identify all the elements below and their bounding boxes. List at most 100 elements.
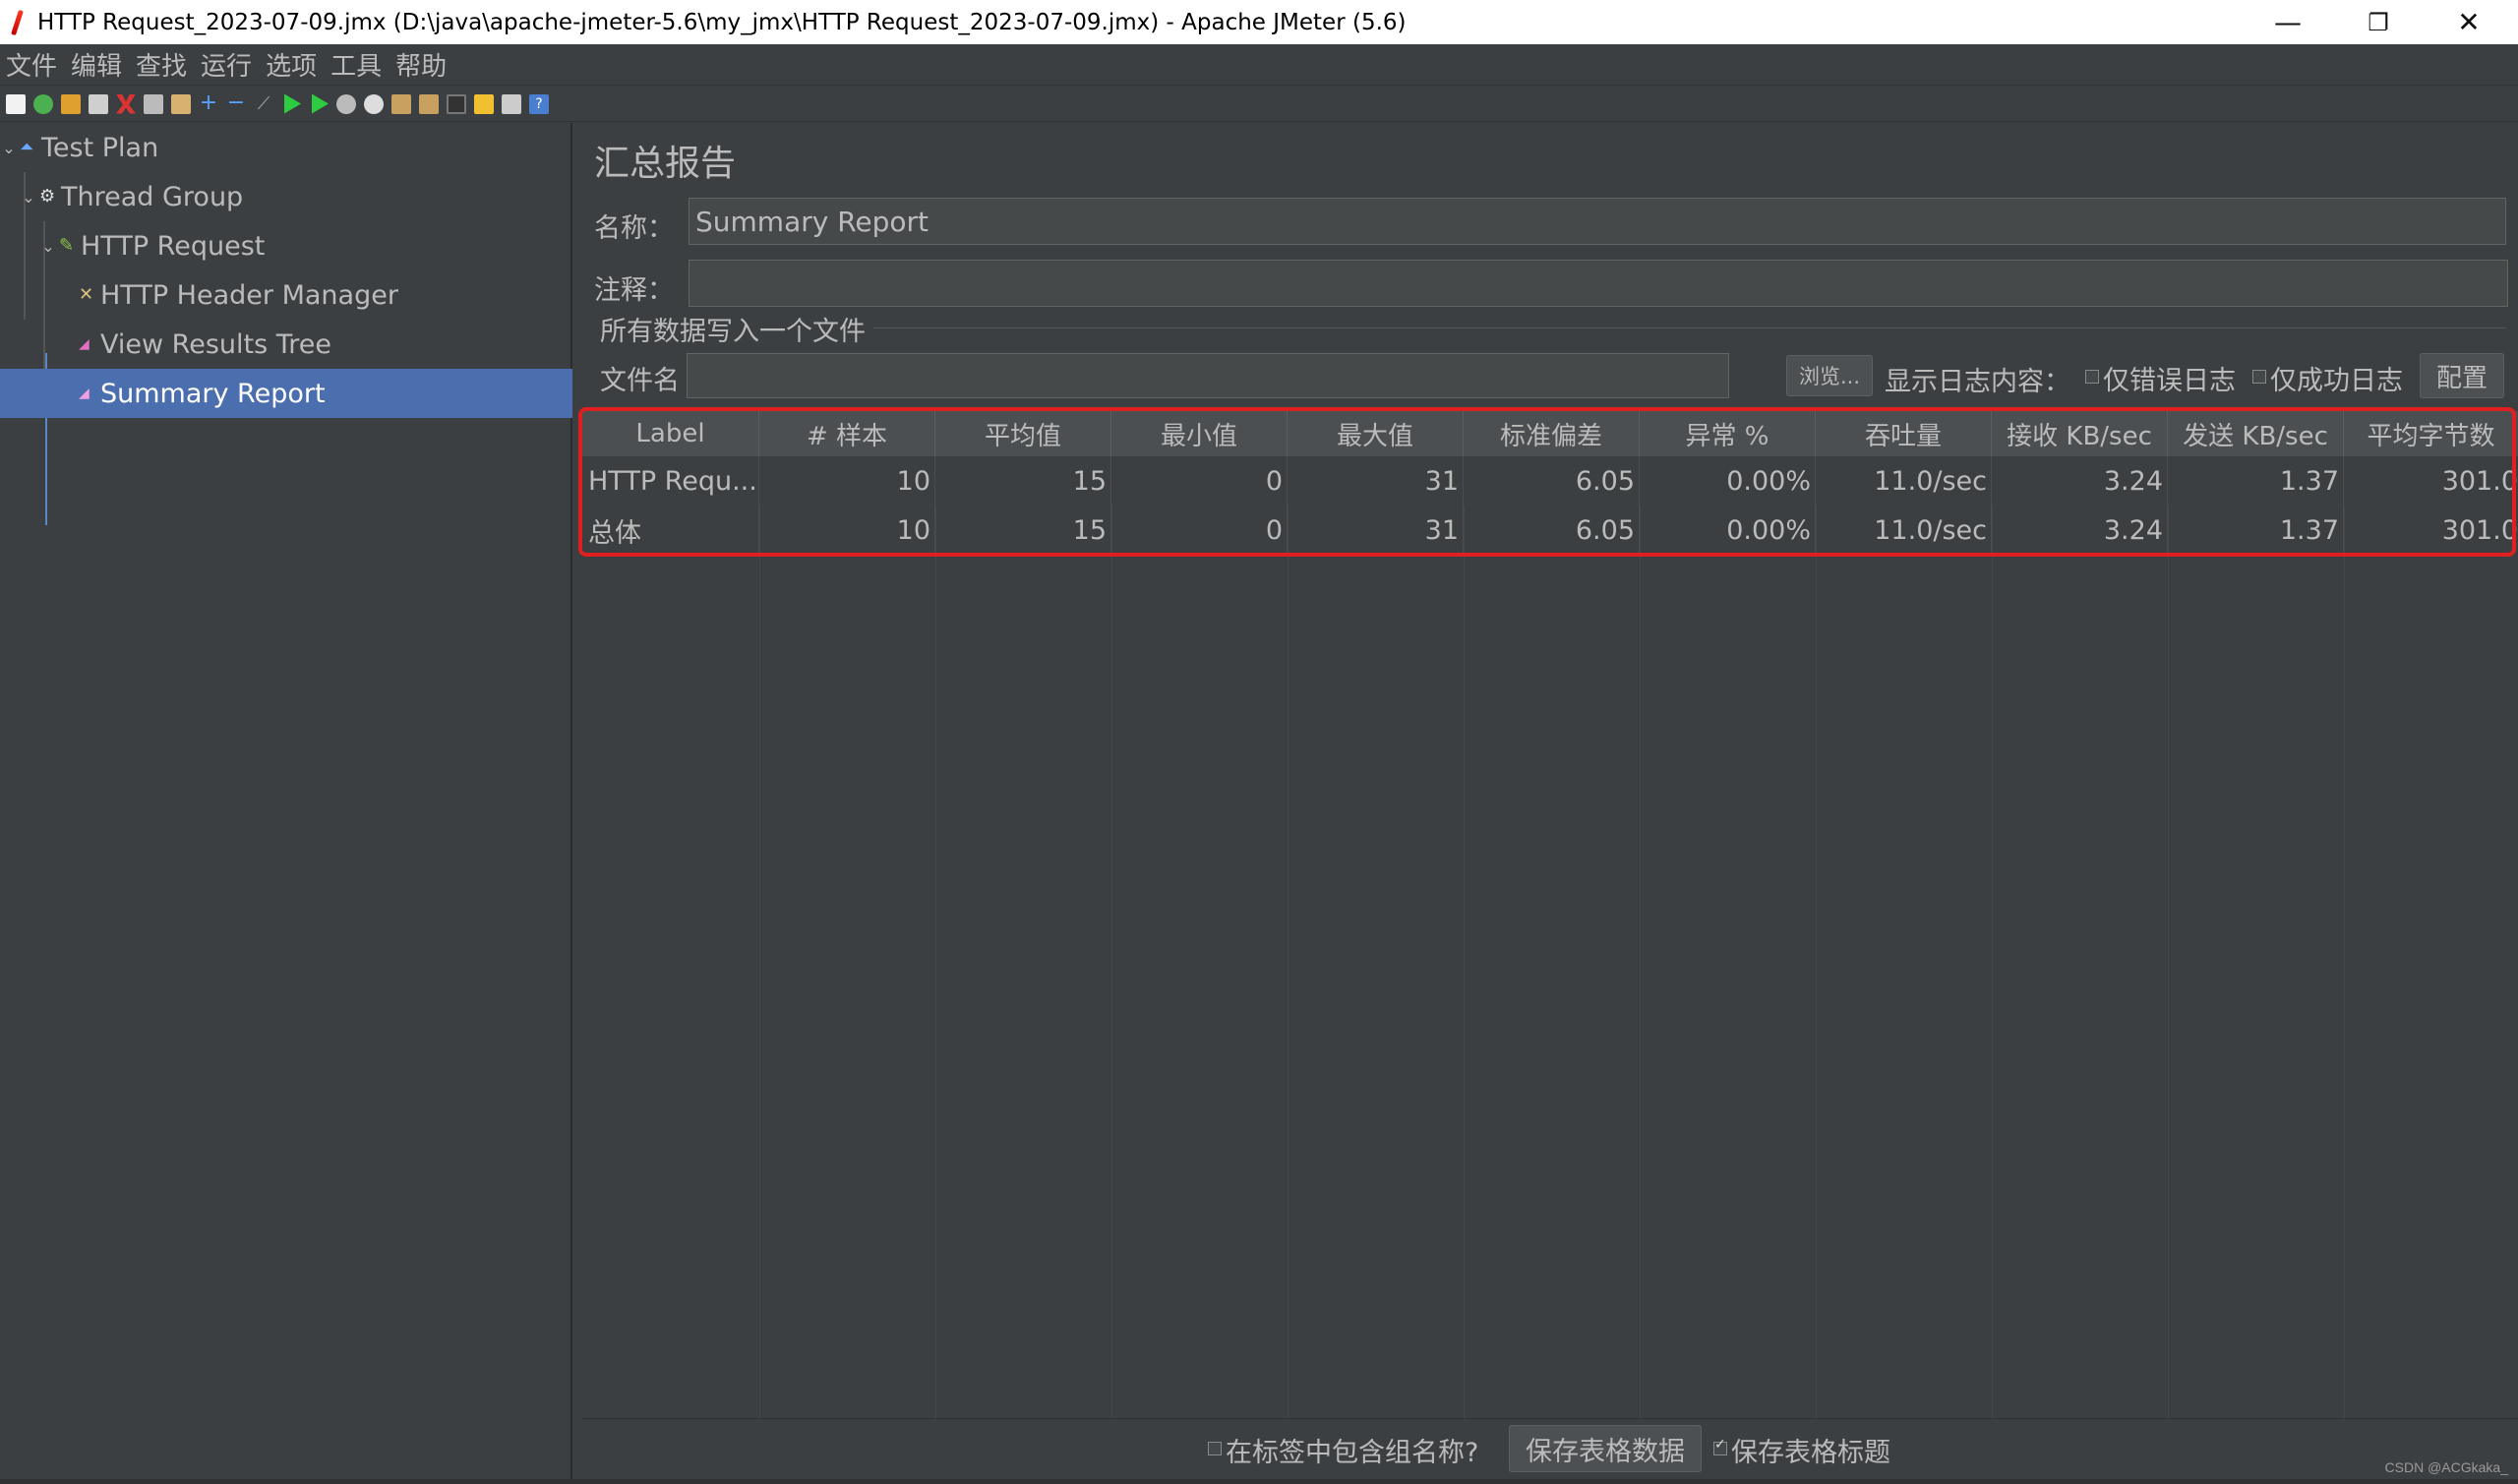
name-field[interactable]: Summary Report — [689, 198, 2506, 245]
tree-item-label: Test Plan — [41, 132, 159, 163]
wrench-icon: ✕ — [79, 284, 94, 305]
stop-icon[interactable] — [336, 93, 356, 114]
success-only-option[interactable]: 仅成功日志 — [2252, 359, 2403, 397]
configure-button[interactable]: 配置 — [2420, 353, 2504, 398]
menu-tools[interactable]: 工具 — [325, 46, 388, 83]
watermark: CSDN @ACGkaka_ — [2384, 1459, 2508, 1475]
paste-icon[interactable] — [171, 93, 191, 114]
window-titlebar: HTTP Request_2023-07-09.jmx (D:\java\apa… — [0, 0, 2518, 44]
column-divider — [2168, 505, 2169, 1420]
restore-button[interactable]: ❐ — [2333, 0, 2424, 44]
menu-run[interactable]: 运行 — [195, 46, 258, 83]
file-group-title: 所有数据写入一个文件 — [600, 317, 866, 347]
save-table-header-option[interactable]: 保存表格标题 — [1713, 1431, 1890, 1469]
include-group-name-label: 在标签中包含组名称? — [1226, 1438, 1479, 1468]
column-header-samples[interactable]: # 样本 — [759, 411, 935, 456]
chevron-down-icon[interactable]: ⌄ — [2, 139, 16, 157]
clear-all-icon[interactable] — [419, 93, 439, 114]
include-group-name-checkbox[interactable] — [1208, 1441, 1222, 1455]
save-icon[interactable] — [89, 93, 108, 114]
column-header-error-percent[interactable]: 异常 % — [1640, 411, 1816, 456]
include-group-name-option[interactable]: 在标签中包含组名称? — [1208, 1431, 1478, 1469]
table-row[interactable]: 总体 10 15 0 31 6.05 0.00% 11.0/sec 3.24 1… — [582, 505, 2518, 555]
reset-search-icon[interactable] — [474, 93, 494, 114]
tree-item-label: View Results Tree — [100, 328, 331, 360]
comment-field[interactable] — [689, 260, 2508, 307]
window-title: HTTP Request_2023-07-09.jmx (D:\java\apa… — [37, 9, 1407, 35]
table-cell: 1.37 — [2168, 456, 2344, 505]
column-divider — [935, 505, 936, 1420]
chevron-down-icon[interactable]: ⌄ — [41, 237, 55, 256]
menu-file[interactable]: 文件 — [0, 46, 63, 83]
menu-options[interactable]: 选项 — [260, 46, 323, 83]
table-header: Label # 样本 平均值 最小值 最大值 标准偏差 异常 % 吞吐量 接收 … — [582, 411, 2518, 456]
menu-search[interactable]: 查找 — [130, 46, 193, 83]
copy-icon[interactable] — [144, 93, 163, 114]
column-header-avg-bytes[interactable]: 平均字节数 — [2344, 411, 2518, 456]
start-no-pauses-icon[interactable] — [312, 93, 329, 114]
open-icon[interactable] — [61, 93, 81, 114]
table-cell: 15 — [935, 505, 1111, 555]
close-button[interactable]: ✕ — [2424, 0, 2514, 44]
summary-table[interactable]: Label # 样本 平均值 最小值 最大值 标准偏差 异常 % 吞吐量 接收 … — [582, 411, 2518, 1420]
table-cell: 15 — [935, 456, 1111, 505]
column-header-std-dev[interactable]: 标准偏差 — [1464, 411, 1640, 456]
name-label: 名称： — [594, 213, 674, 244]
toggle-icon[interactable]: ⟋ — [254, 93, 273, 114]
expand-icon[interactable]: + — [199, 91, 218, 114]
column-header-min[interactable]: 最小值 — [1111, 411, 1288, 456]
tree-item-test-plan[interactable]: ⌄ ⏶ Test Plan — [0, 123, 572, 172]
tree-item-thread-group[interactable]: ⌄ ⚙ Thread Group — [0, 172, 572, 221]
tree-item-http-header-manager[interactable]: ✕ HTTP Header Manager — [0, 270, 572, 320]
save-table-header-checkbox[interactable] — [1713, 1437, 1727, 1455]
table-cell: 总体 — [582, 505, 759, 555]
column-header-max[interactable]: 最大值 — [1288, 411, 1464, 456]
comment-label: 注释： — [594, 275, 674, 306]
save-table-data-button[interactable]: 保存表格数据 — [1509, 1425, 1702, 1472]
filename-field[interactable] — [687, 353, 1729, 398]
bottom-bar: 在标签中包含组名称? 保存表格数据 保存表格标题 CSDN @ACGkaka_ — [582, 1418, 2518, 1481]
table-cell: 301.0 — [2441, 514, 2518, 546]
errors-only-option[interactable]: 仅错误日志 — [2085, 359, 2236, 397]
help-icon[interactable]: ? — [529, 93, 549, 114]
table-cell: 3.24 — [1992, 456, 2168, 505]
new-icon[interactable] — [6, 93, 26, 114]
column-header-sent-kb[interactable]: 发送 KB/sec — [2168, 411, 2344, 456]
table-cell: 10 — [759, 456, 935, 505]
column-header-received-kb[interactable]: 接收 KB/sec — [1992, 411, 2168, 456]
function-helper-icon[interactable] — [502, 93, 521, 114]
table-cell: 1.37 — [2168, 505, 2344, 555]
clear-icon[interactable] — [391, 93, 411, 114]
search-icon[interactable] — [447, 93, 466, 114]
menu-bar: 文件 编辑 查找 运行 选项 工具 帮助 — [0, 44, 2518, 86]
table-cell: HTTP Requ... — [582, 456, 759, 505]
tree-item-summary-report[interactable]: ◢ Summary Report — [0, 369, 572, 418]
errors-only-checkbox[interactable] — [2085, 369, 2099, 384]
menu-edit[interactable]: 编辑 — [65, 46, 128, 83]
cut-icon[interactable] — [116, 93, 136, 114]
start-icon[interactable] — [284, 93, 301, 114]
column-header-label[interactable]: Label — [582, 411, 759, 456]
column-header-throughput[interactable]: 吞吐量 — [1816, 411, 1992, 456]
column-header-average[interactable]: 平均值 — [935, 411, 1111, 456]
tree-item-view-results-tree[interactable]: ◢ View Results Tree — [0, 320, 572, 369]
success-only-label: 仅成功日志 — [2270, 366, 2403, 396]
table-row[interactable]: HTTP Requ... 10 15 0 31 6.05 0.00% 11.0/… — [582, 456, 2518, 505]
minimize-button[interactable]: — — [2243, 0, 2333, 44]
listener-icon: ◢ — [79, 336, 90, 352]
shutdown-icon[interactable] — [364, 93, 384, 114]
listener-icon: ◢ — [79, 386, 90, 401]
tree-item-http-request[interactable]: ⌄ ✎ HTTP Request — [0, 221, 572, 270]
chevron-down-icon[interactable]: ⌄ — [22, 188, 35, 207]
column-divider — [1816, 505, 1817, 1420]
test-plan-tree: ⌄ ⏶ Test Plan ⌄ ⚙ Thread Group ⌄ ✎ HTTP … — [0, 123, 572, 1484]
column-divider — [2344, 505, 2345, 1420]
templates-icon[interactable] — [33, 93, 53, 114]
collapse-icon[interactable]: − — [226, 91, 246, 114]
browse-button[interactable]: 浏览... — [1786, 355, 1873, 396]
table-cell: 10 — [759, 505, 935, 555]
menu-help[interactable]: 帮助 — [390, 46, 452, 83]
success-only-checkbox[interactable] — [2252, 369, 2266, 384]
jmeter-feather-icon — [8, 8, 30, 37]
save-table-header-label: 保存表格标题 — [1731, 1438, 1890, 1468]
